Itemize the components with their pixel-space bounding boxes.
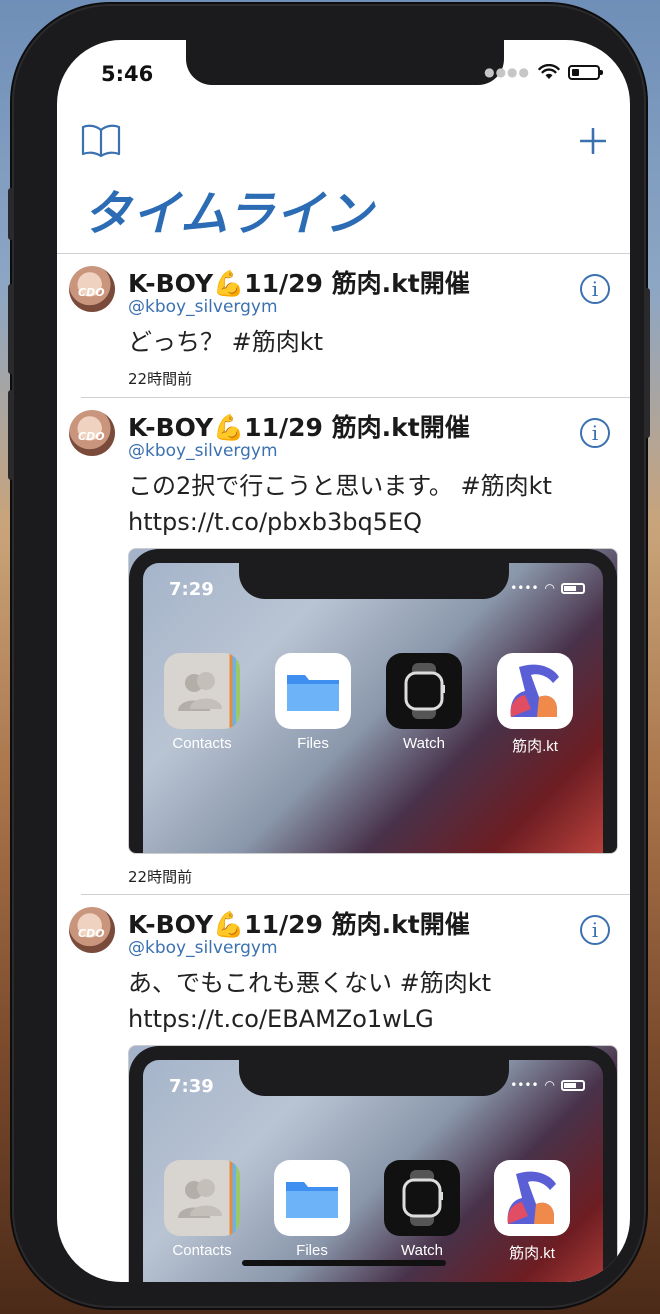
- mute-switch: [8, 188, 14, 240]
- author-name: K-BOY💪11/29 筋肉.kt開催: [128, 413, 470, 442]
- power-button: [644, 288, 650, 438]
- app-files: Files: [274, 653, 352, 752]
- phone-frame: 5:46 ●●●● タイムライン CDO K-BOY💪11/29 筋肉.kt開催…: [8, 6, 650, 1306]
- battery-icon: [568, 64, 603, 80]
- post-divider: [81, 397, 630, 398]
- muscle-icon: [497, 653, 573, 729]
- app-muscle: 筋肉.kt: [493, 1160, 571, 1263]
- watch-icon: [384, 1160, 460, 1236]
- contacts-icon: [164, 653, 240, 729]
- app-label: 筋肉.kt: [512, 738, 558, 755]
- app-label: 筋肉.kt: [509, 1245, 555, 1262]
- avatar[interactable]: CDO: [69, 410, 115, 456]
- contacts-icon: [164, 1160, 240, 1236]
- muscle-icon: [494, 1160, 570, 1236]
- post-text-line: この2択で行こうと思います。 #筋肉kt: [128, 472, 552, 500]
- files-icon: [274, 1160, 350, 1236]
- notch: [186, 40, 504, 85]
- app-label: Files: [297, 735, 329, 752]
- image-notch: [239, 1046, 509, 1096]
- post-link[interactable]: https://t.co/pbxb3bq5EQ: [128, 505, 422, 539]
- status-time: 5:46: [101, 62, 154, 86]
- post-image[interactable]: 7:39 •••• ◠ Contacts Files Watch 筋肉.kt: [128, 1045, 618, 1282]
- author-handle[interactable]: @kboy_silvergym: [128, 938, 278, 958]
- wifi-icon: [538, 64, 560, 79]
- files-icon: [275, 653, 351, 729]
- image-status-icons: •••• ◠: [510, 1078, 585, 1092]
- avatar[interactable]: CDO: [69, 907, 115, 953]
- app-files: Files: [273, 1160, 351, 1259]
- volume-up-button: [8, 284, 14, 374]
- app-watch: Watch: [383, 1160, 461, 1259]
- post-text-line: あ、でもこれも悪くない #筋肉kt: [128, 969, 492, 997]
- home-indicator[interactable]: [242, 1260, 446, 1266]
- header-divider: [57, 253, 630, 254]
- app-label: Files: [296, 1242, 328, 1259]
- image-status-icons: •••• ◠: [510, 581, 585, 595]
- page-title: タイムライン: [83, 186, 374, 242]
- post-link[interactable]: https://t.co/EBAMZo1wLG: [128, 1002, 434, 1036]
- info-icon[interactable]: i: [580, 418, 610, 448]
- app-watch: Watch: [385, 653, 463, 752]
- book-icon[interactable]: [81, 122, 121, 158]
- post-time: 22時間前: [128, 868, 193, 886]
- app-contacts: Contacts: [163, 1160, 241, 1259]
- image-notch: [239, 549, 509, 599]
- post-text: どっち？ #筋肉kt: [128, 328, 324, 356]
- info-icon[interactable]: i: [580, 274, 610, 304]
- author-handle[interactable]: @kboy_silvergym: [128, 297, 278, 317]
- watch-icon: [386, 653, 462, 729]
- post-time: 22時間前: [128, 370, 193, 388]
- app-label: Contacts: [172, 1242, 232, 1259]
- status-icons: ●●●●: [484, 64, 603, 80]
- post-divider: [81, 894, 630, 895]
- app-label: Watch: [401, 1242, 443, 1259]
- author-name: K-BOY💪11/29 筋肉.kt開催: [128, 269, 470, 298]
- avatar[interactable]: CDO: [69, 266, 115, 312]
- add-icon[interactable]: [580, 128, 606, 154]
- image-status-time: 7:29: [169, 579, 214, 600]
- app-label: Watch: [403, 735, 445, 752]
- volume-down-button: [8, 390, 14, 480]
- signal-icon: ●●●●: [484, 65, 530, 79]
- app-label: Contacts: [172, 735, 232, 752]
- info-icon[interactable]: i: [580, 915, 610, 945]
- app-contacts: Contacts: [163, 653, 241, 752]
- app-muscle: 筋肉.kt: [496, 653, 574, 756]
- author-handle[interactable]: @kboy_silvergym: [128, 441, 278, 461]
- screen: 5:46 ●●●● タイムライン CDO K-BOY💪11/29 筋肉.kt開催…: [57, 40, 630, 1282]
- image-status-time: 7:39: [169, 1076, 214, 1097]
- author-name: K-BOY💪11/29 筋肉.kt開催: [128, 910, 470, 939]
- post-image[interactable]: 7:29 •••• ◠ Contacts Files Watch 筋肉.kt: [128, 548, 618, 854]
